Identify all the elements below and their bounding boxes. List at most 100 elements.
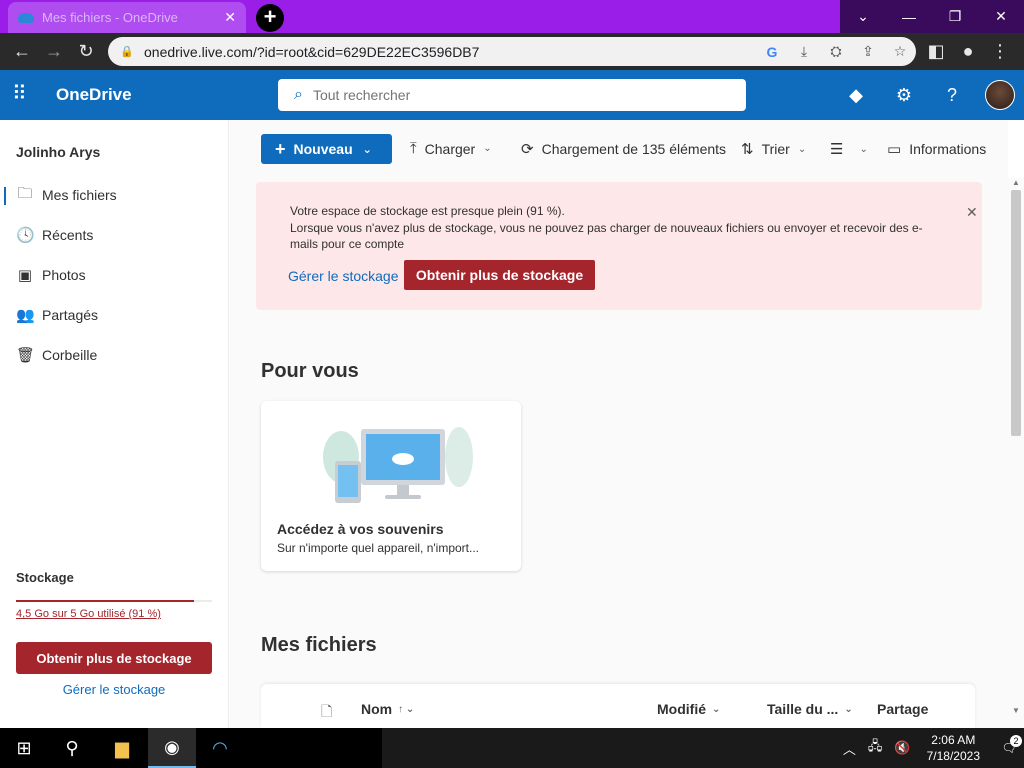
chevron-down-icon: ⌄ [797, 143, 807, 155]
file-type-icon[interactable]: 🗋 [321, 701, 332, 725]
storage-progress-fill [16, 600, 195, 602]
upload-label: Charger [424, 140, 476, 157]
search-icon: ⌕ [294, 86, 303, 103]
banner-get-more-storage-button[interactable]: Obtenir plus de stockage [404, 260, 595, 290]
menu-kebab-icon[interactable]: ⋮ [984, 36, 1016, 68]
browser-toolbar: ← → ↻ 🔒 onedrive.live.com/?id=root&cid=6… [0, 33, 1024, 70]
sidebar-item-label: Mes fichiers [42, 187, 117, 203]
sync-icon: ⟳ [521, 141, 534, 158]
main-content: + Nouveau ⌄ ⤒ Charger ⌄ ⟳ Chargement de … [230, 120, 1008, 728]
tray-chevron-up-icon[interactable]: ︿ [843, 739, 856, 758]
google-icon[interactable]: G [756, 44, 788, 60]
tab-title: Mes fichiers - OneDrive [42, 10, 178, 25]
column-name[interactable]: Nom ↑ ⌄ [361, 701, 414, 717]
info-button[interactable]: ▭ Informations [887, 140, 986, 158]
info-panel-icon: ▭ [887, 141, 902, 158]
chevron-down-icon: ⌄ [859, 143, 868, 155]
sidebar-item-corbeille[interactable]: 🗑 Corbeille [0, 337, 228, 373]
sidebar-item-photos[interactable]: ▣ Photos [0, 257, 228, 293]
chevron-down-icon: ⌄ [712, 703, 721, 715]
scroll-up-icon[interactable]: ▲ [1012, 178, 1020, 187]
sort-button[interactable]: ⇅ Trier ⌄ [741, 140, 806, 158]
address-bar[interactable]: 🔒 onedrive.live.com/?id=root&cid=629DE22… [108, 37, 916, 66]
column-sharing-label: Partage [877, 701, 929, 717]
settings-gear-icon[interactable]: ⚙ [890, 82, 918, 110]
upload-button[interactable]: ⤒ Charger ⌄ [410, 140, 492, 157]
command-bar: + Nouveau ⌄ ⤒ Charger ⌄ ⟳ Chargement de … [230, 120, 1008, 178]
premium-diamond-icon[interactable]: ◆ [842, 82, 870, 110]
get-more-storage-button[interactable]: Obtenir plus de stockage [16, 642, 212, 674]
side-panel-icon[interactable]: ◧ [920, 36, 952, 68]
storage-used-link[interactable]: 4,5 Go sur 5 Go utilisé (91 %) [16, 608, 161, 620]
close-tab-icon[interactable]: ✕ [224, 9, 236, 26]
trash-icon: 🗑 [16, 347, 36, 364]
chevron-down-icon: ⌄ [844, 703, 853, 715]
network-icon[interactable]: 🖧 [868, 737, 883, 759]
left-sidebar: Jolinho Arys 🗀 Mes fichiers 🕓 Récents ▣ … [0, 120, 229, 728]
user-avatar[interactable] [985, 80, 1015, 110]
share-icon[interactable]: ⇪ [852, 43, 884, 60]
loading-label: Chargement de 135 éléments [541, 141, 727, 157]
memories-card[interactable]: Accédez à vos souvenirs Sur n'importe qu… [261, 401, 521, 571]
vertical-scrollbar[interactable]: ▲ ▼ [1008, 178, 1024, 728]
new-tab-button[interactable]: + [256, 4, 284, 32]
column-modified[interactable]: Modifié ⌄ [657, 701, 720, 717]
translate-icon[interactable]: ⛭ [820, 43, 852, 60]
storage-warning-banner: Votre espace de stockage est presque ple… [256, 182, 982, 310]
url-text: onedrive.live.com/?id=root&cid=629DE22EC… [144, 43, 480, 60]
chrome-icon[interactable]: ◉ [148, 728, 196, 768]
view-options-button[interactable]: ☰ ⌄ [830, 140, 868, 158]
browser-tab[interactable]: Mes fichiers - OneDrive ✕ [8, 2, 246, 33]
notifications-icon[interactable]: 🗨 2 [994, 735, 1024, 755]
close-window-icon[interactable]: ✕ [978, 0, 1024, 33]
manage-storage-link[interactable]: Gérer le stockage [16, 682, 212, 697]
folder-icon: 🗀 [17, 184, 33, 202]
sidebar-item-recents[interactable]: 🕓 Récents [0, 217, 228, 253]
bookmark-star-icon[interactable]: ☆ [884, 43, 916, 60]
search-input[interactable] [312, 87, 713, 103]
banner-manage-storage-link[interactable]: Gérer le stockage [288, 268, 399, 284]
system-tray: ︿ 🖧 🔇 2:06 AM 7/18/2023 🗨 2 [837, 728, 1024, 768]
column-sharing[interactable]: Partage [877, 701, 928, 717]
back-icon[interactable]: ← [6, 36, 38, 68]
sidebar-item-mes-fichiers[interactable]: 🗀 Mes fichiers [0, 177, 228, 213]
close-icon[interactable]: ✕ [966, 204, 978, 221]
clock-time: 2:06 AM [931, 733, 976, 747]
loading-status: ⟳ Chargement de 135 éléments [521, 140, 726, 158]
column-size[interactable]: Taille du ... ⌄ [767, 701, 853, 717]
tab-search-icon[interactable]: ⌄ [840, 0, 886, 33]
restore-icon[interactable]: ❐ [932, 0, 978, 33]
app-dolphin-icon[interactable]: ◠ [196, 728, 244, 768]
volume-muted-icon[interactable]: 🔇 [894, 740, 910, 756]
onedrive-cloud-icon [18, 12, 34, 23]
clock[interactable]: 2:06 AM 7/18/2023 [927, 732, 980, 764]
forward-icon[interactable]: → [38, 36, 70, 68]
devices-illustration [323, 427, 473, 503]
minimize-icon[interactable]: — [886, 0, 932, 33]
reload-icon[interactable]: ↻ [70, 36, 102, 68]
scroll-thumb[interactable] [1011, 190, 1021, 436]
column-name-label: Nom [361, 701, 393, 717]
sort-label: Trier [761, 141, 790, 157]
new-button[interactable]: + Nouveau ⌄ [261, 134, 392, 164]
chevron-down-icon: ⌄ [483, 143, 492, 154]
profile-icon[interactable]: ● [952, 36, 984, 68]
app-brand[interactable]: OneDrive [56, 85, 132, 105]
sidebar-item-partages[interactable]: 👥 Partagés [0, 297, 228, 333]
info-label: Informations [909, 141, 987, 157]
search-box[interactable]: ⌕ [278, 79, 746, 111]
column-modified-label: Modifié [657, 701, 706, 717]
search-icon[interactable]: ⚲ [48, 728, 96, 768]
sidebar-item-label: Récents [42, 227, 94, 243]
card-subtitle: Sur n'importe quel appareil, n'import... [277, 541, 480, 555]
user-name: Jolinho Arys [16, 144, 101, 160]
app-launcher-icon[interactable]: ⠿ [12, 84, 34, 106]
windows-start-icon[interactable]: ⊞ [0, 728, 48, 768]
scroll-down-icon[interactable]: ▼ [1012, 706, 1020, 715]
files-table-header: 🗋 Nom ↑ ⌄ Modifié ⌄ Taille du ... ⌄ Part… [261, 684, 975, 728]
file-explorer-icon[interactable]: ▆ [98, 728, 146, 768]
people-icon: 👥 [16, 307, 35, 324]
help-icon[interactable]: ? [938, 82, 966, 110]
sort-icon: ⇅ [741, 141, 754, 158]
install-icon[interactable]: ⤓ [788, 43, 820, 60]
